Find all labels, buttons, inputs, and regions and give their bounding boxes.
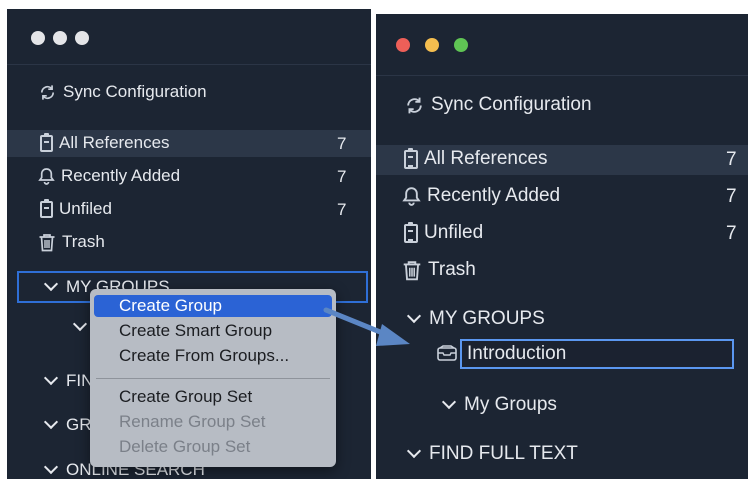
- minimize-button[interactable]: [425, 38, 439, 52]
- library-item-label: Recently Added: [61, 166, 181, 185]
- library-item-label: Recently Added: [427, 185, 561, 206]
- sync-configuration-button[interactable]: Sync Configuration: [38, 82, 207, 102]
- minimize-button-inactive[interactable]: [53, 31, 67, 45]
- sync-configuration-button[interactable]: Sync Configuration: [404, 94, 592, 116]
- menu-item-create-group-set[interactable]: Create Group Set: [90, 386, 336, 408]
- new-group-name-value: Introduction: [467, 343, 567, 364]
- chevron-down-icon: [43, 370, 59, 386]
- library-item-trash[interactable]: Trash: [38, 232, 105, 252]
- left-titlebar: [7, 9, 371, 65]
- bell-icon: [38, 168, 55, 185]
- trash-icon: [403, 260, 421, 280]
- sync-label: Sync Configuration: [431, 94, 592, 115]
- find-full-text-header[interactable]: FIND FULL TEXT: [405, 443, 578, 465]
- context-menu: Create Group Create Smart Group Create F…: [90, 289, 336, 467]
- clipboard-icon: [40, 198, 53, 218]
- group-icon: [437, 345, 457, 361]
- bell-icon: [402, 187, 421, 206]
- clipboard-icon: [404, 221, 418, 243]
- menu-item-delete-group-set: Delete Group Set: [119, 437, 251, 456]
- my-groups-label: MY GROUPS: [429, 308, 545, 329]
- right-titlebar: [376, 14, 748, 76]
- menu-item-create-group[interactable]: Create Group: [94, 295, 332, 317]
- count-badge: 7: [337, 200, 347, 219]
- chevron-down-icon: [43, 414, 59, 430]
- library-item-label: Trash: [62, 232, 105, 251]
- library-item-all-references[interactable]: All References: [40, 132, 170, 153]
- trash-icon: [39, 233, 55, 251]
- library-item-label: Unfiled: [424, 222, 484, 243]
- library-item-recently-added[interactable]: Recently Added: [402, 185, 560, 207]
- menu-item-create-smart-group[interactable]: Create Smart Group: [90, 320, 336, 342]
- count-badge: 7: [726, 223, 737, 244]
- library-item-unfiled[interactable]: Unfiled: [40, 198, 112, 219]
- clipboard-icon: [404, 147, 418, 169]
- annotation-arrow: [323, 307, 410, 346]
- menu-item-create-from-groups[interactable]: Create From Groups...: [90, 345, 336, 367]
- zoom-button[interactable]: [454, 38, 468, 52]
- clipboard-icon: [40, 132, 53, 152]
- group-set-my-groups[interactable]: My Groups: [440, 394, 557, 416]
- my-groups-header[interactable]: MY GROUPS: [405, 308, 545, 330]
- chevron-down-icon: [43, 459, 59, 475]
- find-full-text-label: FIND FULL TEXT: [429, 443, 578, 464]
- find-full-text-header-partial[interactable]: FIN: [42, 370, 93, 391]
- library-item-label: Unfiled: [59, 199, 112, 218]
- chevron-down-icon: [72, 316, 88, 332]
- library-item-recently-added[interactable]: Recently Added: [38, 166, 180, 186]
- count-badge: 7: [726, 149, 737, 170]
- chevron-down-icon: [441, 394, 457, 410]
- sync-label: Sync Configuration: [63, 82, 207, 101]
- chevron-down-icon: [406, 443, 422, 459]
- chevron-down-icon: [43, 276, 59, 292]
- library-item-label: All References: [59, 133, 170, 152]
- library-item-label: All References: [424, 148, 548, 169]
- library-item-unfiled[interactable]: Unfiled: [404, 221, 484, 244]
- library-item-trash[interactable]: Trash: [402, 259, 476, 281]
- close-button[interactable]: [396, 38, 410, 52]
- groups-label-partial: GR: [66, 415, 92, 434]
- menu-separator: [96, 378, 330, 379]
- new-group-name-input[interactable]: Introduction: [460, 339, 734, 369]
- right-sidebar-window: Sync Configuration All References 7 Rece…: [376, 14, 748, 479]
- zoom-button-inactive[interactable]: [75, 31, 89, 45]
- close-button-inactive[interactable]: [31, 31, 45, 45]
- sync-icon: [407, 97, 422, 113]
- group-set-label: My Groups: [464, 394, 557, 415]
- menu-item-rename-group-set: Rename Group Set: [119, 412, 266, 431]
- sync-icon: [40, 84, 55, 100]
- count-badge: 7: [726, 186, 737, 207]
- groups-header-partial[interactable]: GR: [42, 414, 92, 435]
- count-badge: 7: [337, 134, 347, 153]
- library-item-label: Trash: [428, 259, 476, 280]
- count-badge: 7: [337, 167, 347, 186]
- library-item-all-references[interactable]: All References: [404, 147, 548, 170]
